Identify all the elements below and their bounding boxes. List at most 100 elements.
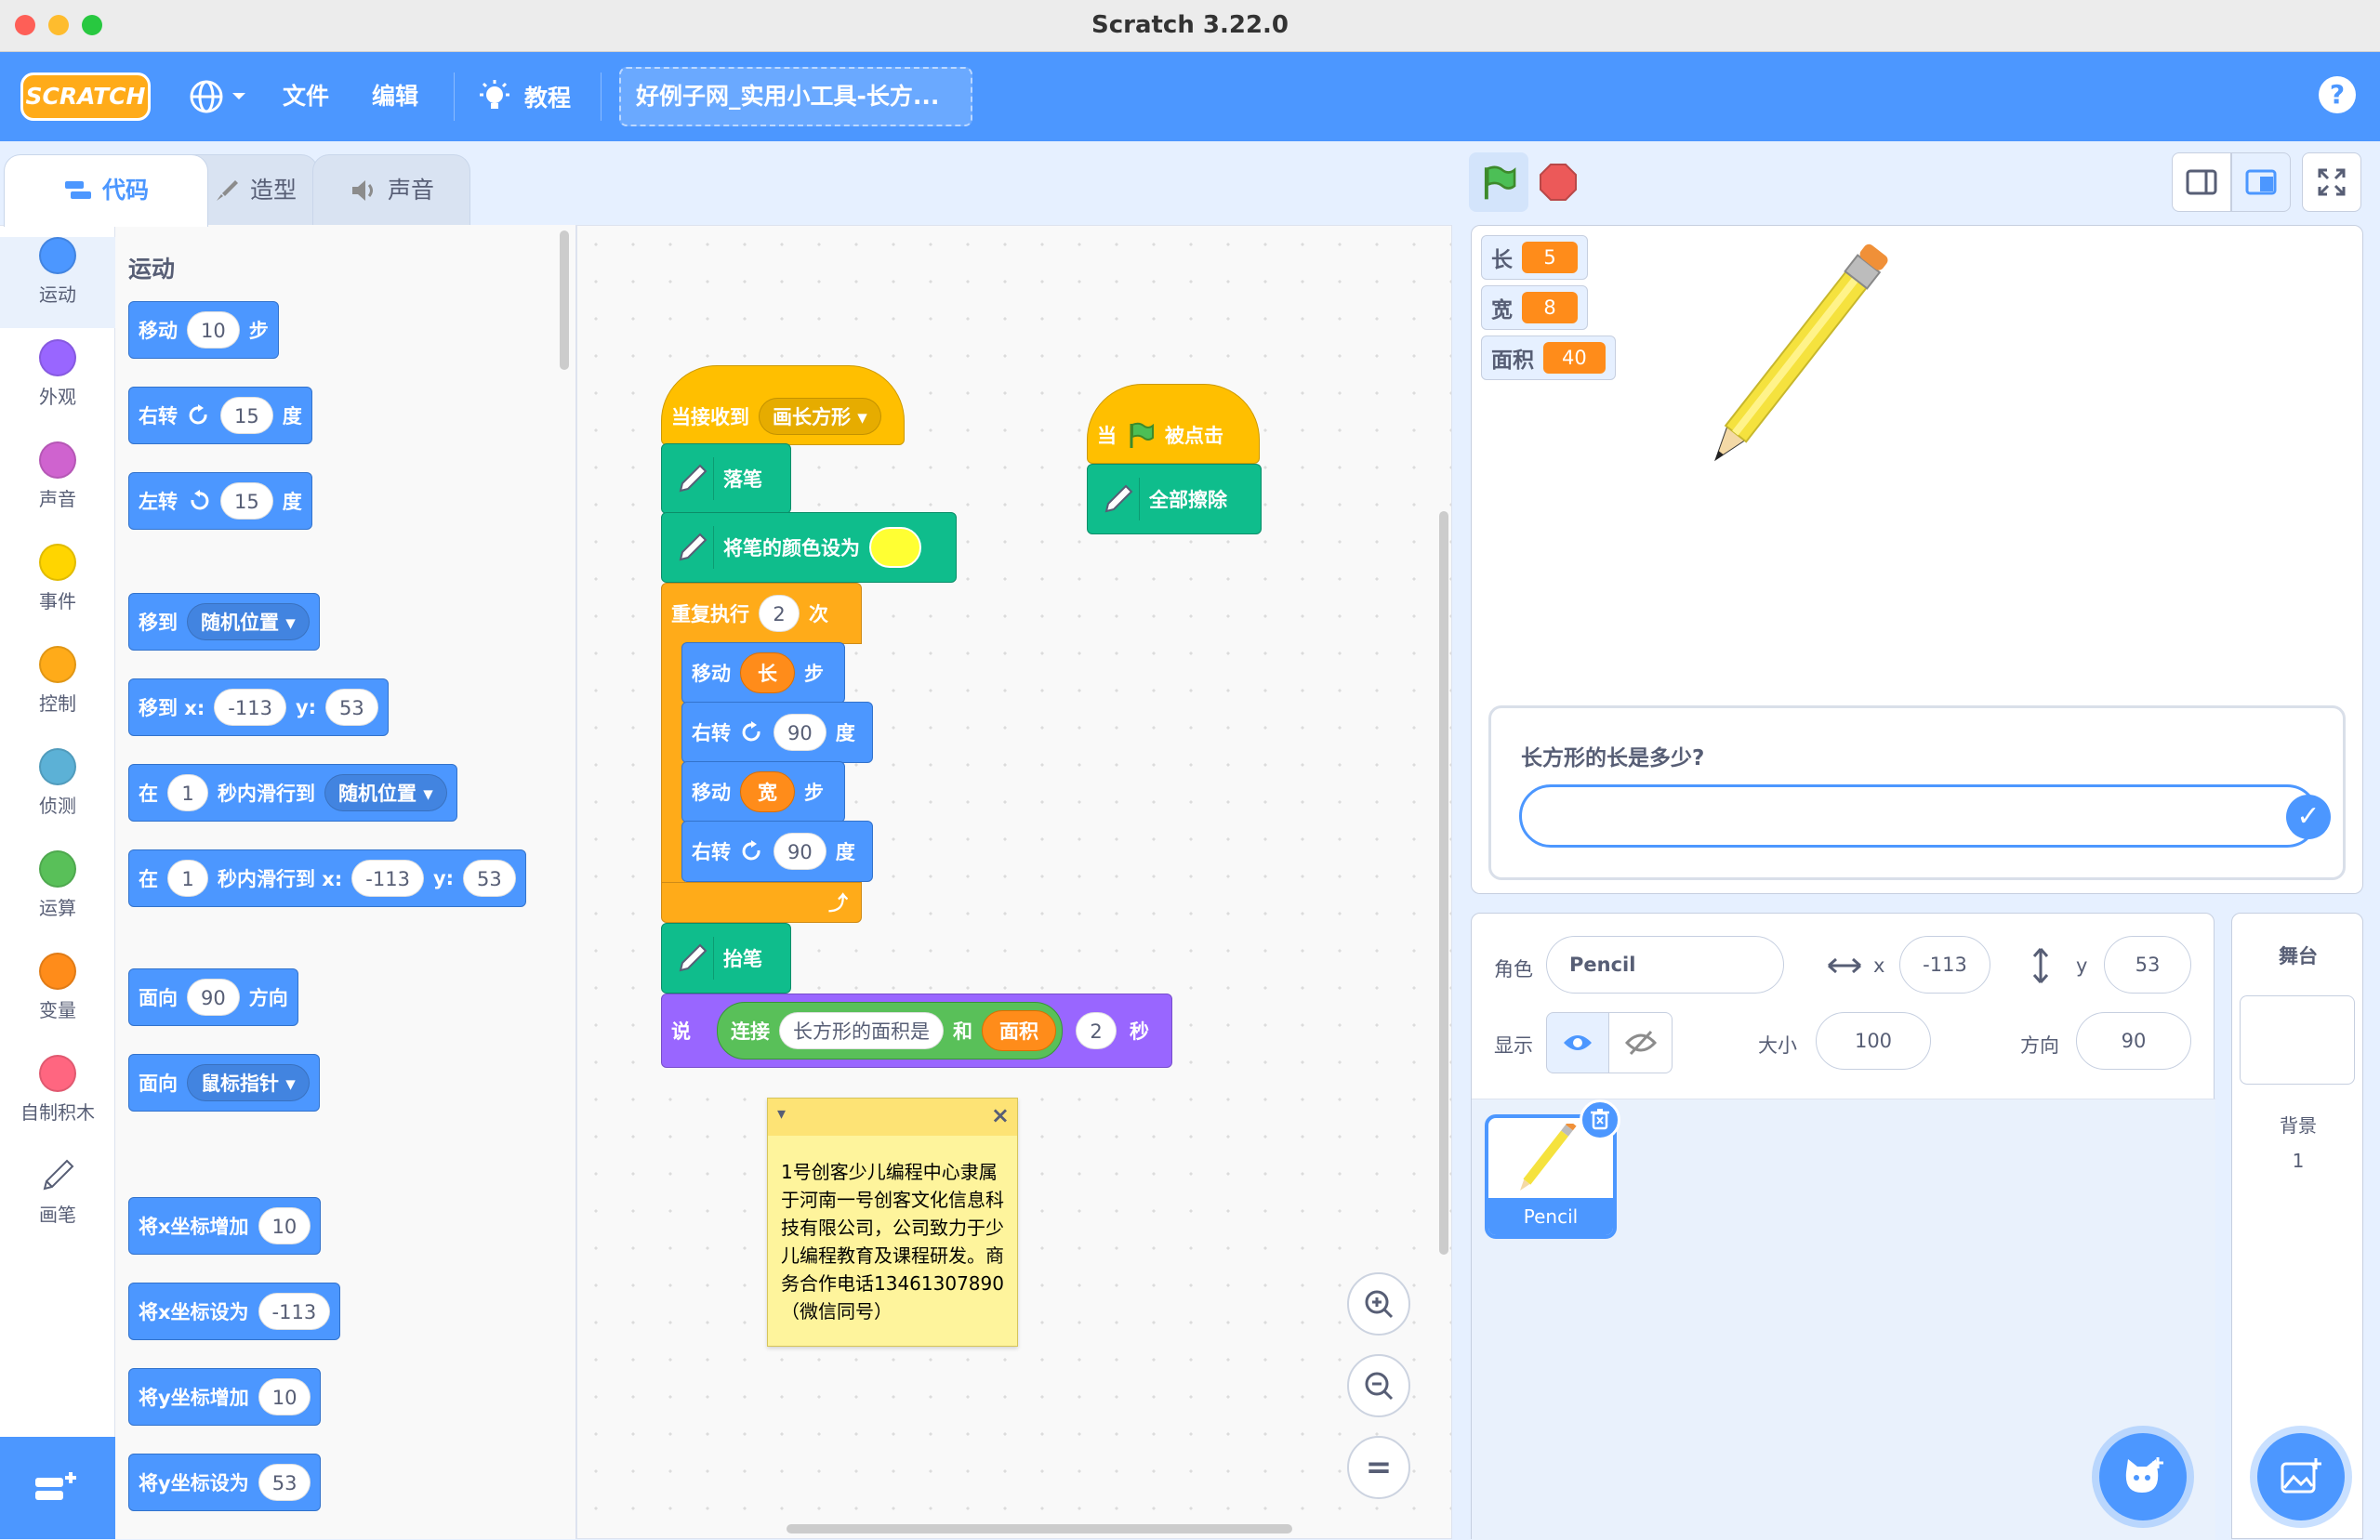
repeat-block[interactable]: 重复执行 2 次 <box>661 583 862 644</box>
join-text-input[interactable]: 长方形的面积是 <box>779 1012 944 1049</box>
tutorials-menu[interactable]: 教程 <box>476 76 571 117</box>
turn-left-block[interactable]: 左转 15 度 <box>128 472 312 530</box>
small-stage-button[interactable] <box>2172 152 2231 212</box>
category-sensing[interactable]: 侦测 <box>0 748 115 839</box>
change-x-block[interactable]: 将x坐标增加 10 <box>128 1197 322 1255</box>
degrees-input[interactable]: 90 <box>774 833 826 870</box>
category-control[interactable]: 控制 <box>0 646 115 737</box>
close-comment-icon[interactable]: × <box>991 1102 1010 1128</box>
help-button[interactable]: ? <box>2319 76 2356 113</box>
direction-input[interactable]: 90 <box>2076 1012 2191 1070</box>
scratch-logo[interactable]: SCRATCH <box>20 72 151 121</box>
x-change-input[interactable]: 10 <box>258 1207 311 1244</box>
category-looks[interactable]: 外观 <box>0 339 115 430</box>
move-var-block[interactable]: 移动宽步 <box>681 761 845 823</box>
fullscreen-button[interactable] <box>2302 152 2361 212</box>
change-y-block[interactable]: 将y坐标增加 10 <box>128 1368 322 1426</box>
repeat-count-input[interactable]: 2 <box>759 595 800 632</box>
turn-right-block[interactable]: 右转 90 度 <box>681 702 873 763</box>
pen-color-swatch[interactable] <box>869 527 921 568</box>
x-input[interactable]: -113 <box>214 689 286 726</box>
glide-xy-block[interactable]: 在 1 秒内滑行到 x: -113 y: 53 <box>128 849 526 907</box>
sprite-name-input[interactable]: Pencil <box>1546 936 1784 994</box>
language-menu[interactable] <box>188 78 247 115</box>
y-input[interactable]: 53 <box>325 689 378 726</box>
tab-code[interactable]: 代码 <box>4 154 208 227</box>
file-menu[interactable]: 文件 <box>283 52 329 141</box>
stage-thumbnail[interactable] <box>2240 995 2355 1085</box>
direction-input[interactable]: 90 <box>187 979 240 1016</box>
glide-dropdown[interactable]: 随机位置 ▾ <box>324 774 447 811</box>
hide-sprite-button[interactable] <box>1609 1012 1673 1073</box>
script-area[interactable]: 当接收到 画长方形 ▾ 落笔 将笔的颜色设为 重复执行 2 次 ⤴ 移动长步 右转 90… <box>576 225 1452 1539</box>
zoom-in-button[interactable] <box>1347 1272 1410 1336</box>
say-for-secs-block[interactable]: 说 连接 长方形的面积是 和 面积 2 秒 <box>661 994 1172 1068</box>
tab-sounds[interactable]: 声音 <box>312 154 470 225</box>
set-x-block[interactable]: 将x坐标设为 -113 <box>128 1283 341 1340</box>
move-steps-block[interactable]: 移动 10 步 <box>128 301 279 359</box>
turn-right-block[interactable]: 右转 90 度 <box>681 821 873 882</box>
variable-monitor-width[interactable]: 宽8 <box>1481 285 1588 330</box>
message-dropdown[interactable]: 画长方形 ▾ <box>759 398 881 435</box>
stage-canvas[interactable]: 长5 宽8 面积 40 长方形的长是多少? ✓ <box>1471 225 2363 894</box>
when-receive-hat-block[interactable]: 当接收到 画长方形 ▾ <box>661 365 905 445</box>
category-motion[interactable]: 运动 <box>0 237 115 328</box>
add-extension-button[interactable] <box>0 1437 115 1539</box>
choose-backdrop-button[interactable] <box>2257 1433 2345 1520</box>
erase-all-block[interactable]: 全部擦除 <box>1087 464 1262 534</box>
project-title-input[interactable]: 好例子网_实用小工具-长方... <box>619 67 972 126</box>
length-variable[interactable]: 长 <box>740 652 795 693</box>
y-set-input[interactable]: 53 <box>258 1464 311 1501</box>
zoom-reset-button[interactable]: = <box>1347 1436 1410 1499</box>
category-sound[interactable]: 声音 <box>0 441 115 533</box>
area-variable[interactable]: 面积 <box>982 1010 1056 1051</box>
choose-sprite-button[interactable] <box>2099 1433 2187 1520</box>
set-y-block[interactable]: 将y坐标设为 53 <box>128 1454 322 1511</box>
comment-text[interactable]: 1号创客少儿编程中心隶属于河南一号创客文化信息科技有限公司，公司致力于少儿编程教… <box>768 1136 1017 1340</box>
steps-input[interactable]: 10 <box>187 311 240 349</box>
set-pen-color-block[interactable]: 将笔的颜色设为 <box>661 512 957 583</box>
ask-answer-input[interactable]: ✓ <box>1519 784 2331 848</box>
seconds-input[interactable]: 1 <box>167 860 208 897</box>
category-events[interactable]: 事件 <box>0 544 115 635</box>
pen-down-block[interactable]: 落笔 <box>661 443 791 514</box>
y-change-input[interactable]: 10 <box>258 1378 311 1415</box>
category-pen[interactable]: 画笔 <box>0 1155 115 1246</box>
x-position-input[interactable]: -113 <box>1899 936 1990 994</box>
seconds-input[interactable]: 1 <box>167 774 208 811</box>
ask-submit-button[interactable]: ✓ <box>2286 795 2331 839</box>
seconds-input[interactable]: 2 <box>1076 1012 1117 1049</box>
goto-dropdown[interactable]: 随机位置 ▾ <box>187 603 310 640</box>
point-direction-block[interactable]: 面向 90 方向 <box>128 968 298 1026</box>
script-vertical-scrollbar[interactable] <box>1439 511 1448 1255</box>
point-towards-dropdown[interactable]: 鼠标指针 ▾ <box>187 1064 310 1101</box>
edit-menu[interactable]: 编辑 <box>372 52 418 141</box>
goto-block[interactable]: 移到 随机位置 ▾ <box>128 593 320 651</box>
category-my-blocks[interactable]: 自制积木 <box>0 1055 115 1146</box>
when-flag-clicked-hat-block[interactable]: 当 被点击 <box>1087 384 1260 464</box>
variable-monitor-length[interactable]: 长5 <box>1481 235 1588 280</box>
delete-sprite-button[interactable] <box>1580 1099 1620 1140</box>
pencil-sprite[interactable] <box>1695 226 1918 477</box>
zoom-out-button[interactable] <box>1347 1354 1410 1417</box>
degrees-input[interactable]: 90 <box>774 714 826 751</box>
y-input[interactable]: 53 <box>463 860 516 897</box>
x-input[interactable]: -113 <box>351 860 424 897</box>
show-sprite-button[interactable] <box>1546 1012 1609 1073</box>
category-operators[interactable]: 运算 <box>0 850 115 941</box>
variable-monitor-area[interactable]: 面积 40 <box>1481 336 1616 380</box>
large-stage-button[interactable] <box>2231 152 2291 212</box>
size-input[interactable]: 100 <box>1816 1012 1931 1070</box>
degrees-input[interactable]: 15 <box>220 397 273 434</box>
degrees-input[interactable]: 15 <box>220 482 273 520</box>
y-position-input[interactable]: 53 <box>2104 936 2191 994</box>
point-towards-block[interactable]: 面向 鼠标指针 ▾ <box>128 1054 320 1112</box>
goto-xy-block[interactable]: 移到 x: -113 y: 53 <box>128 678 389 736</box>
green-flag-button[interactable] <box>1469 152 1528 212</box>
script-horizontal-scrollbar[interactable] <box>787 1524 1292 1533</box>
move-var-block[interactable]: 移动长步 <box>681 642 845 704</box>
width-variable[interactable]: 宽 <box>740 771 795 812</box>
x-set-input[interactable]: -113 <box>258 1293 331 1330</box>
collapse-comment-icon[interactable]: ▾ <box>777 1104 786 1124</box>
category-variables[interactable]: 变量 <box>0 953 115 1044</box>
